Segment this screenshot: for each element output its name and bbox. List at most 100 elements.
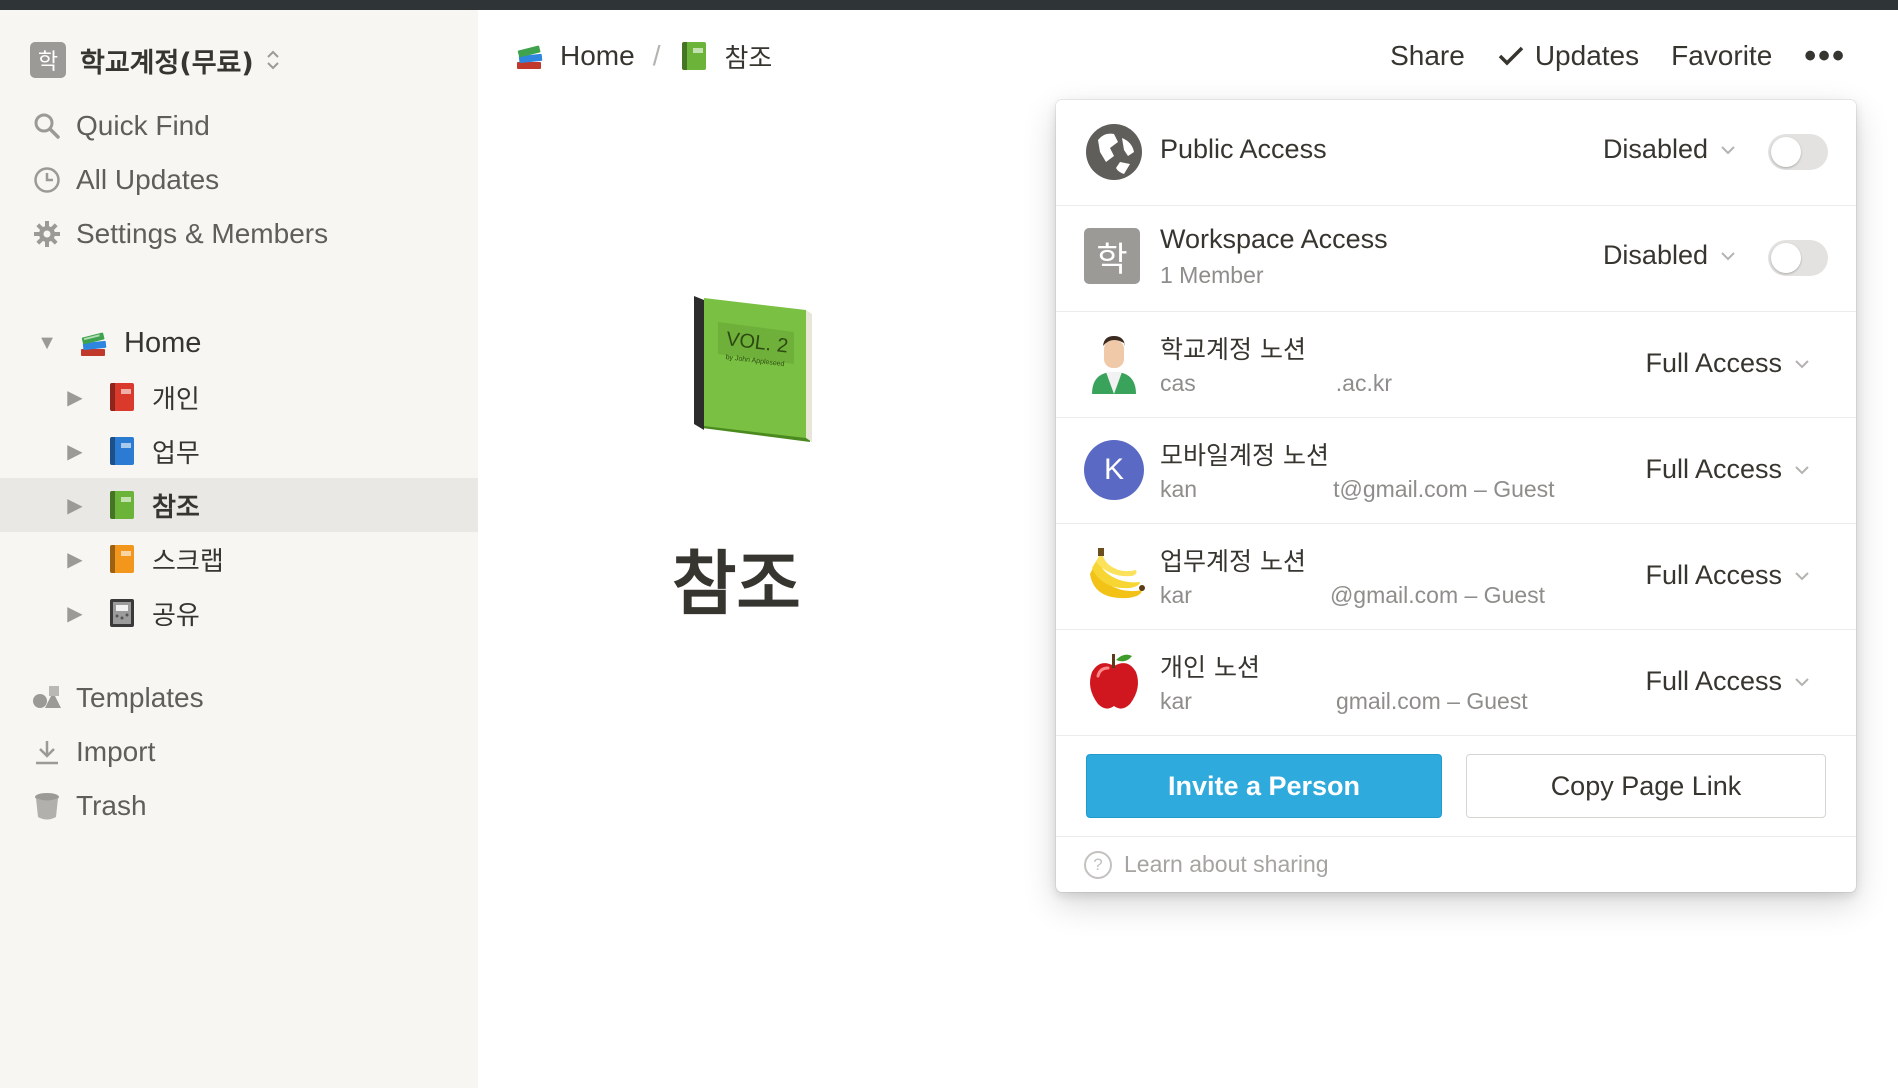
- page-title[interactable]: 참조: [672, 528, 801, 629]
- page-icon-green-book[interactable]: VOL. 2 by John Appleseed: [690, 292, 818, 446]
- sidebar-item-settings[interactable]: Settings & Members: [30, 212, 328, 256]
- blue-book-icon: [106, 435, 138, 467]
- chevron-down-icon: [1795, 359, 1809, 368]
- breadcrumb-label: Home: [560, 40, 635, 71]
- breadcrumb-current[interactable]: 참조: [678, 38, 772, 75]
- workspace-access-dropdown[interactable]: Disabled: [1603, 240, 1736, 271]
- workspace-access-toggle[interactable]: [1768, 240, 1828, 276]
- member-access-value: Full Access: [1645, 560, 1782, 590]
- copy-page-link-button[interactable]: Copy Page Link: [1466, 754, 1826, 818]
- public-access-value: Disabled: [1602, 134, 1708, 164]
- sidebar-page-work[interactable]: ▶ 업무: [0, 424, 478, 478]
- sidebar-page-label: 공유: [152, 600, 200, 631]
- member-access-dropdown[interactable]: Full Access: [1645, 348, 1810, 379]
- clock-icon: [30, 166, 64, 194]
- sidebar-page-label: 스크랩: [152, 546, 224, 577]
- notebook-icon: [106, 597, 138, 629]
- member-email-end: @gmail.com – Guest: [1329, 582, 1546, 608]
- member-row: 업무계정 노션 kar @gmail.com – Guest Full Acces…: [1056, 524, 1856, 630]
- sidebar-item-label: All Updates: [76, 164, 220, 195]
- updates-button[interactable]: Updates: [1497, 40, 1639, 72]
- sidebar-item-quick-find[interactable]: Quick Find: [30, 104, 210, 148]
- sidebar-item-templates[interactable]: Templates: [30, 676, 204, 720]
- sidebar-page-label: Home: [124, 326, 202, 359]
- books-stack-icon: [514, 40, 546, 72]
- member-access-value: Full Access: [1645, 454, 1782, 484]
- member-email-start: kan: [1160, 476, 1198, 502]
- workspace-access-title: Workspace Access: [1160, 224, 1388, 254]
- expand-arrow-icon[interactable]: ▶: [62, 439, 88, 464]
- workspace-switcher[interactable]: 학 학교계정(무료): [30, 40, 280, 80]
- sidebar-page-label: 업무: [152, 438, 200, 469]
- member-row: 개인 노션 kar gmail.com – Guest Full Access: [1056, 630, 1856, 736]
- more-options-icon[interactable]: •••: [1804, 37, 1846, 76]
- breadcrumb-home[interactable]: Home: [514, 40, 635, 72]
- member-name: 개인 노션: [1160, 653, 1260, 682]
- workspace-avatar: 학: [1084, 228, 1140, 284]
- workspace-member-count: 1 Member: [1160, 262, 1264, 288]
- sidebar: 학 학교계정(무료) Quick Find All Updates Settin…: [0, 10, 478, 1088]
- learn-about-sharing-link[interactable]: ? Learn about sharing: [1056, 836, 1856, 892]
- sidebar-page-label: 참조: [152, 492, 200, 523]
- expand-arrow-icon[interactable]: ▶: [62, 601, 88, 626]
- expand-arrow-icon[interactable]: ▶: [62, 493, 88, 518]
- workspace-access-value: Disabled: [1602, 240, 1708, 270]
- member-access-value: Full Access: [1645, 666, 1782, 696]
- sidebar-page-reference[interactable]: ▶ 참조: [0, 478, 478, 532]
- sidebar-page-personal[interactable]: ▶ 개인: [0, 370, 478, 424]
- search-icon: [30, 112, 64, 140]
- member-email-start: cas: [1160, 370, 1196, 396]
- member-email-start: kar: [1160, 582, 1192, 608]
- sidebar-item-import[interactable]: Import: [30, 730, 155, 774]
- sidebar-page-home[interactable]: ▼ Home: [0, 316, 478, 370]
- learn-about-sharing-label: Learn about sharing: [1124, 851, 1329, 877]
- apple-icon: [1084, 650, 1144, 710]
- share-label: Share: [1390, 40, 1465, 71]
- member-name: 학교계정 노션: [1160, 335, 1306, 364]
- member-row: 학교계정 노션 cas .ac.kr Full Access: [1056, 312, 1856, 418]
- public-access-dropdown[interactable]: Disabled: [1603, 134, 1736, 165]
- favorite-label: Favorite: [1671, 40, 1773, 71]
- member-access-value: Full Access: [1645, 348, 1782, 378]
- books-stack-icon: [78, 327, 110, 359]
- expand-arrow-icon[interactable]: ▶: [62, 385, 88, 410]
- window-top-strip: [0, 0, 1898, 10]
- member-name: 모바일계정 노션: [1160, 441, 1329, 470]
- chevron-down-icon: [1721, 145, 1735, 154]
- member-access-dropdown[interactable]: Full Access: [1645, 560, 1810, 591]
- sidebar-page-scrap[interactable]: ▶ 스크랩: [0, 532, 478, 586]
- member-email: kan t@gmail.com – Guest: [1160, 476, 1555, 503]
- public-access-toggle[interactable]: [1768, 134, 1828, 170]
- sidebar-item-label: Trash: [76, 790, 147, 821]
- breadcrumb-label: 참조: [724, 43, 773, 74]
- favorite-button[interactable]: Favorite: [1671, 40, 1772, 72]
- member-email-end: .ac.kr: [1335, 370, 1393, 396]
- orange-book-icon: [106, 543, 138, 575]
- sidebar-item-label: Settings & Members: [76, 218, 329, 249]
- banana-icon: [1084, 544, 1145, 604]
- updates-label: Updates: [1534, 40, 1640, 71]
- sidebar-page-shared[interactable]: ▶ 공유: [0, 586, 478, 640]
- public-access-title: Public Access: [1160, 134, 1327, 164]
- sidebar-item-label: Quick Find: [76, 110, 210, 141]
- sidebar-item-trash[interactable]: Trash: [30, 784, 147, 828]
- expand-arrow-icon[interactable]: ▶: [62, 547, 88, 572]
- chevron-down-icon: [1795, 465, 1809, 474]
- chevron-down-icon: [1795, 571, 1809, 580]
- green-book-icon: [106, 489, 138, 521]
- collapse-arrow-icon[interactable]: ▼: [34, 332, 60, 355]
- person-avatar-icon: [1084, 332, 1144, 394]
- member-access-dropdown[interactable]: Full Access: [1645, 454, 1810, 485]
- gear-icon: [30, 220, 64, 248]
- up-down-chevron-icon: [267, 50, 279, 70]
- globe-icon: [1084, 122, 1144, 182]
- invite-person-button[interactable]: Invite a Person: [1086, 754, 1442, 818]
- share-button[interactable]: Share: [1390, 40, 1465, 72]
- help-circle-icon: ?: [1084, 850, 1112, 879]
- member-access-dropdown[interactable]: Full Access: [1645, 666, 1810, 697]
- trash-icon: [30, 791, 64, 821]
- member-row: K 모바일계정 노션 kan t@gmail.com – Guest Full A…: [1056, 418, 1856, 524]
- templates-icon: [30, 684, 64, 712]
- workspace-access-row: 학 Workspace Access 1 Member Disabled: [1056, 206, 1856, 312]
- sidebar-item-all-updates[interactable]: All Updates: [30, 158, 219, 202]
